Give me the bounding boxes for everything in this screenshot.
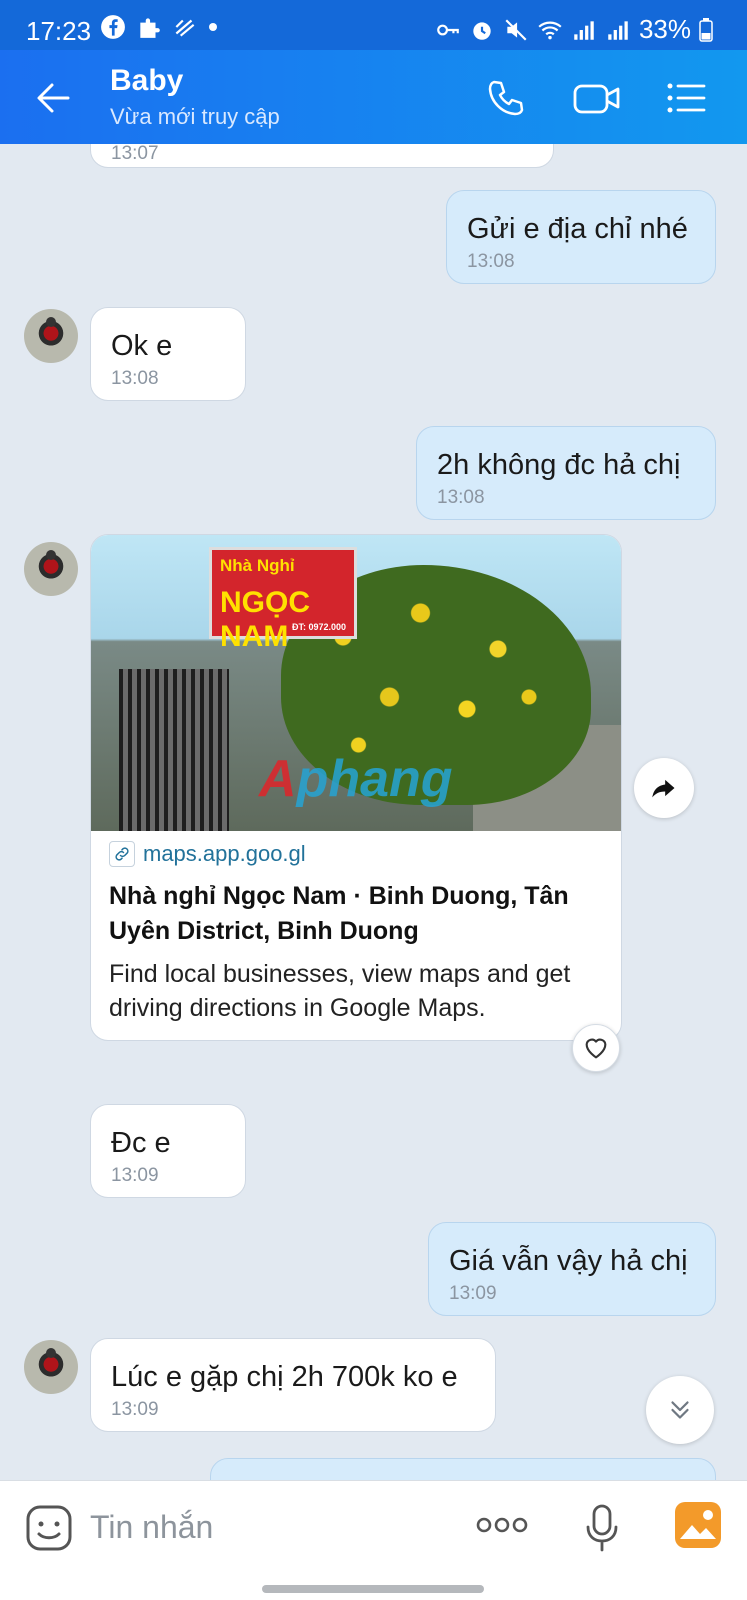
message-text: Lúc e gặp chị 2h 700k ko e bbox=[111, 1361, 458, 1393]
link-description: Find local businesses, view maps and get… bbox=[109, 960, 571, 1022]
cell-signal-icon bbox=[574, 20, 594, 40]
watermark-rest: phang bbox=[296, 750, 453, 808]
share-forward-button[interactable] bbox=[634, 758, 694, 818]
link-icon bbox=[109, 841, 135, 867]
contact-avatar[interactable] bbox=[24, 309, 78, 363]
link-domain-row[interactable]: maps.app.goo.gl bbox=[109, 841, 609, 867]
message-time: 13:09 bbox=[111, 1165, 159, 1186]
image-fence bbox=[119, 669, 229, 831]
message-time: 13:07 bbox=[111, 144, 159, 164]
puzzle-icon bbox=[140, 18, 160, 38]
watermark-a: A bbox=[259, 750, 297, 808]
chat-area[interactable]: 13:07 Gửi e địa chỉ nhé 13:08 Ok e 13:08… bbox=[0, 144, 747, 1480]
battery-percent: 33% bbox=[638, 14, 691, 44]
message-time: 13:08 bbox=[467, 251, 515, 272]
contact-name[interactable]: Baby bbox=[110, 64, 183, 98]
notification-dot-icon bbox=[209, 23, 217, 31]
phone-call-icon[interactable] bbox=[484, 76, 528, 120]
key-icon bbox=[437, 24, 459, 35]
double-chevron-down-icon bbox=[671, 1401, 689, 1419]
scroll-to-bottom-button[interactable] bbox=[646, 1376, 714, 1444]
message-time: 13:09 bbox=[111, 1399, 159, 1420]
message-text: 2h không đc hả chị bbox=[437, 449, 681, 481]
video-call-icon[interactable] bbox=[572, 76, 622, 120]
forward-arrow-icon bbox=[652, 779, 675, 798]
message-bubble-incoming[interactable]: Lúc e gặp chị 2h 700k ko e 13:09 bbox=[90, 1338, 496, 1432]
message-bubble-incoming[interactable]: 13:07 bbox=[90, 144, 554, 168]
sign-line1: Nhà Nghỉ bbox=[220, 556, 295, 575]
composer-bar: Tin nhắn bbox=[0, 1480, 747, 1600]
back-arrow-icon[interactable] bbox=[34, 78, 74, 118]
sticker-emoji-icon[interactable] bbox=[24, 1503, 74, 1553]
link-preview-image[interactable]: Nhà Nghỉ NGỌC NAM ĐT: 0972.000 Aphang bbox=[91, 535, 621, 831]
link-title[interactable]: Nhà nghỉ Ngọc Nam · Binh Duong, Tân Uyên… bbox=[109, 879, 609, 949]
status-time: 17:23 bbox=[26, 16, 92, 46]
message-bubble-outgoing[interactable]: 2h không đc hả chị 13:08 bbox=[416, 426, 716, 520]
message-text: Giá vẫn vậy hả chị bbox=[449, 1245, 688, 1277]
battery-icon bbox=[699, 17, 713, 42]
gallery-image-icon[interactable] bbox=[674, 1501, 722, 1549]
sign-phone: ĐT: 0972.000 bbox=[292, 622, 347, 632]
menu-list-icon[interactable] bbox=[664, 76, 708, 120]
message-bubble-incoming[interactable]: Đc e 13:09 bbox=[90, 1104, 246, 1198]
home-indicator[interactable] bbox=[262, 1585, 484, 1593]
microphone-icon[interactable] bbox=[584, 1503, 620, 1553]
message-bubble-incoming[interactable]: Ok e 13:08 bbox=[90, 307, 246, 401]
facebook-icon bbox=[101, 15, 125, 39]
watermark: Aphang bbox=[259, 749, 453, 809]
message-input[interactable]: Tin nhắn bbox=[90, 1509, 213, 1546]
react-heart-button[interactable] bbox=[572, 1024, 620, 1072]
message-time: 13:08 bbox=[111, 368, 159, 389]
status-bar: 17:23 33% bbox=[0, 0, 747, 50]
mute-icon bbox=[505, 18, 527, 41]
message-text: Gửi e địa chỉ nhé bbox=[467, 213, 688, 245]
cell-signal-2-icon bbox=[608, 20, 628, 40]
signal-sync-icon bbox=[175, 19, 195, 37]
more-options-icon[interactable] bbox=[476, 1515, 528, 1535]
heart-icon bbox=[585, 1038, 607, 1059]
image-sign: Nhà Nghỉ NGỌC NAM ĐT: 0972.000 bbox=[209, 547, 357, 653]
message-bubble-outgoing[interactable]: Giá vẫn vậy hả chị 13:09 bbox=[428, 1222, 716, 1316]
message-bubble-outgoing[interactable] bbox=[210, 1458, 716, 1480]
sign-line2: NGỌC NAM bbox=[220, 586, 310, 653]
message-time: 13:08 bbox=[437, 487, 485, 508]
alarm-icon bbox=[473, 21, 491, 40]
message-time: 13:09 bbox=[449, 1283, 497, 1304]
contact-avatar[interactable] bbox=[24, 542, 78, 596]
chat-header: Baby Vừa mới truy cập bbox=[0, 50, 747, 144]
wifi-icon bbox=[538, 21, 562, 39]
contact-avatar[interactable] bbox=[24, 1340, 78, 1394]
link-preview-card[interactable]: Nhà Nghỉ NGỌC NAM ĐT: 0972.000 Aphang ma… bbox=[90, 534, 622, 1041]
contact-status: Vừa mới truy cập bbox=[110, 104, 280, 129]
message-text: Ok e bbox=[111, 330, 173, 362]
link-domain[interactable]: maps.app.goo.gl bbox=[143, 841, 306, 867]
message-bubble-outgoing[interactable]: Gửi e địa chỉ nhé 13:08 bbox=[446, 190, 716, 284]
message-text: Đc e bbox=[111, 1127, 171, 1159]
